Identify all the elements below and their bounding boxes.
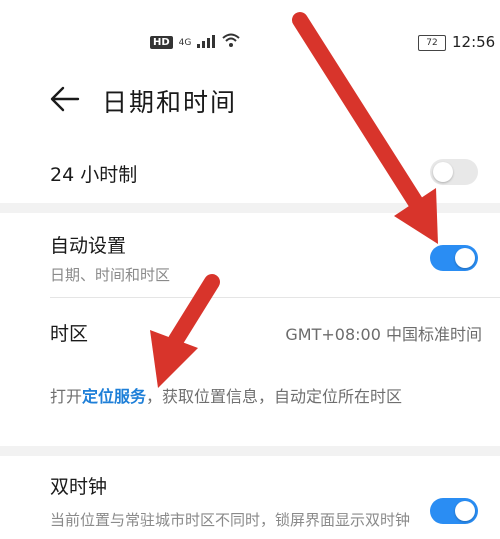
auto-set-subtitle: 日期、时间和时区	[50, 266, 171, 284]
battery-icon: 72	[418, 35, 446, 51]
toggle-knob	[433, 162, 453, 182]
hour24-toggle[interactable]	[430, 159, 478, 185]
back-arrow-icon	[50, 86, 80, 112]
section-gap	[0, 446, 500, 456]
location-hint: 打开定位服务，获取位置信息，自动定位所在时区	[50, 384, 475, 410]
timezone-label[interactable]: 时区	[50, 319, 88, 346]
network-icon: 4G	[178, 37, 192, 48]
wifi-icon	[221, 33, 241, 52]
page-title: 日期和时间	[102, 88, 238, 117]
status-bar: HD 4G 72 12:56	[0, 0, 500, 80]
toggle-knob	[455, 501, 475, 521]
signal-icon	[197, 33, 216, 52]
dual-clock-label: 双时钟	[50, 476, 108, 498]
dual-clock-toggle[interactable]	[430, 498, 478, 524]
hour24-label: 24 小时制	[50, 164, 138, 186]
auto-set-toggle[interactable]	[430, 245, 478, 271]
dual-clock-subtitle: 当前位置与常驻城市时区不同时，锁屏界面显示双时钟	[50, 511, 411, 529]
back-button[interactable]	[48, 82, 82, 116]
auto-set-label: 自动设置	[50, 235, 127, 257]
toggle-knob	[455, 248, 475, 268]
timezone-value[interactable]: GMT+08:00 中国标准时间	[285, 321, 482, 345]
status-icons: HD 4G	[150, 33, 241, 52]
location-service-link[interactable]: 定位服务	[82, 387, 146, 406]
hd-icon: HD	[150, 36, 173, 49]
section-gap	[0, 203, 500, 213]
hint-suffix: ，获取位置信息，自动定位所在时区	[146, 387, 403, 406]
hint-prefix: 打开	[50, 387, 83, 406]
divider	[50, 297, 500, 298]
status-time: 12:56	[452, 33, 496, 51]
